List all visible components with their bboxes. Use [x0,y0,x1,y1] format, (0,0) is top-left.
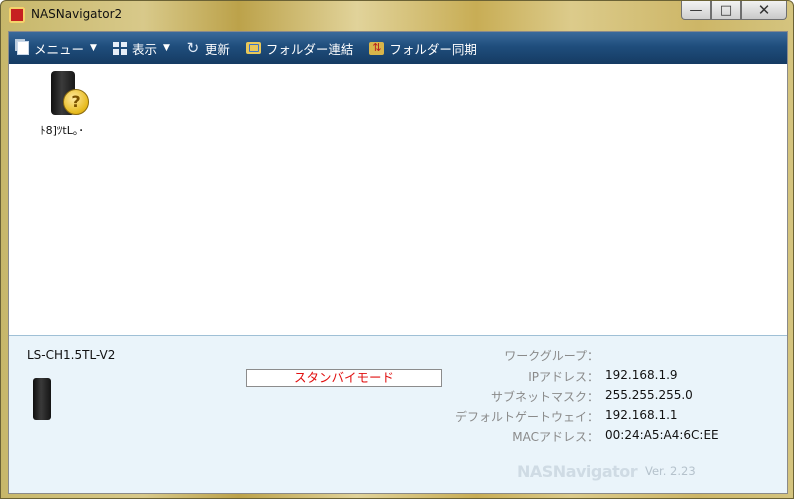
device-item-label: ﾄ8]ﾂtL｡･ [40,124,84,137]
status-box: スタンバイモード [246,369,442,387]
window-controls: — □ ✕ [681,1,787,20]
nas-drive-icon [33,378,51,420]
device-info-panel: LS-CH1.5TL-V2 スタンバイモード ワークグループ： IPアドレス： … [9,335,787,493]
refresh-icon: ↻ [186,39,200,57]
subnet-mask-label: サブネットマスク： [490,390,599,404]
info-row-ip: IPアドレス： 192.168.1.9 [439,368,759,388]
info-row-workgroup: ワークグループ： [439,347,759,367]
toolbar: メニュー ▼ 表示 ▼ ↻ 更新 フォルダー連結 フォルダー同期 [9,32,787,64]
folder-link-button[interactable]: フォルダー連結 [245,39,354,58]
ip-address-value: 192.168.1.9 [605,368,678,382]
chevron-down-icon: ▼ [162,43,170,53]
gateway-label: デフォルトゲートウェイ： [454,410,599,424]
gateway-value: 192.168.1.1 [605,408,678,422]
view-button[interactable]: 表示 ▼ [112,39,170,58]
menu-button[interactable]: メニュー ▼ [17,39,97,58]
menu-label: メニュー [34,41,85,57]
subnet-mask-value: 255.255.255.0 [605,388,693,402]
folder-link-label: フォルダー連結 [265,41,354,57]
app-icon [9,7,25,23]
view-label: 表示 [131,41,157,57]
device-list[interactable]: ? ﾄ8]ﾂtL｡･ [9,64,787,334]
device-name: LS-CH1.5TL-V2 [27,348,116,362]
window-title: NASNavigator2 [31,7,123,21]
chevron-down-icon: ▼ [90,43,97,53]
app-window: NASNavigator2 — □ ✕ メニュー ▼ 表示 ▼ ↻ 更新 フォル… [0,0,794,499]
version-label: Ver. 2.23 [645,464,696,478]
refresh-label: 更新 [204,41,230,57]
client-area: メニュー ▼ 表示 ▼ ↻ 更新 フォルダー連結 フォルダー同期 [8,31,788,494]
folder-sync-button[interactable]: フォルダー同期 [369,39,477,58]
document-icon [17,41,29,55]
title-bar[interactable]: NASNavigator2 — □ ✕ [1,1,793,29]
refresh-button[interactable]: ↻ 更新 [186,39,230,58]
minimize-button[interactable]: — [681,1,711,20]
folder-link-icon [245,42,261,54]
info-row-mac: MACアドレス： 00:24:A5:A4:6C:EE [439,428,759,448]
workgroup-label: ワークグループ： [504,349,599,363]
folder-sync-icon [369,41,385,55]
info-row-subnet: サブネットマスク： 255.255.255.0 [439,388,759,408]
mac-address-value: 00:24:A5:A4:6C:EE [605,428,719,442]
maximize-button[interactable]: □ [711,1,741,20]
brand-logo: NASNavigator [517,462,638,481]
question-badge-icon: ? [63,89,89,115]
view-grid-icon [112,41,127,55]
ip-address-label: IPアドレス： [528,370,599,384]
close-button[interactable]: ✕ [741,1,787,20]
mac-address-label: MACアドレス： [512,430,599,444]
info-row-gateway: デフォルトゲートウェイ： 192.168.1.1 [439,408,759,428]
folder-sync-label: フォルダー同期 [389,41,477,57]
